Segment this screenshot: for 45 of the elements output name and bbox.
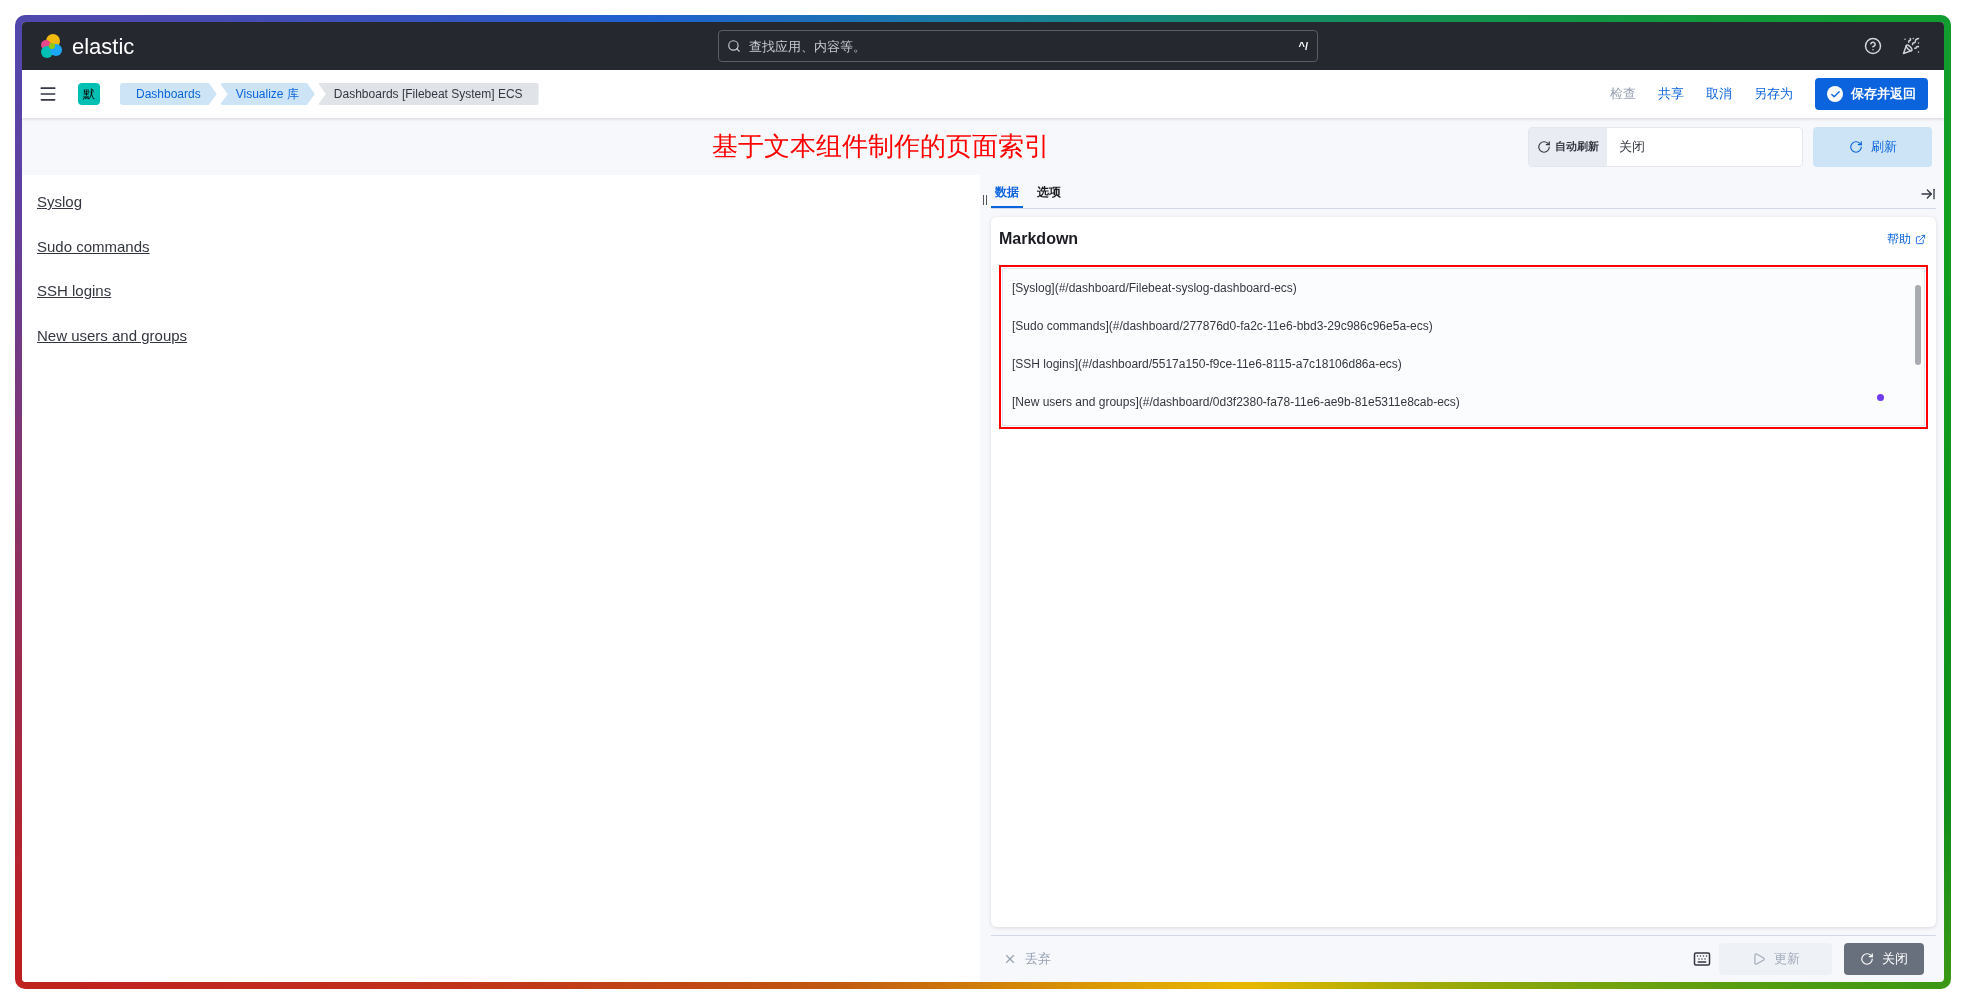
check-icon bbox=[1829, 88, 1841, 100]
external-link-icon bbox=[1915, 233, 1926, 245]
space-avatar[interactable]: 默 bbox=[78, 83, 100, 105]
close-button[interactable]: 关闭 bbox=[1844, 943, 1924, 975]
save-and-return-button[interactable]: 保存并返回 bbox=[1815, 78, 1928, 110]
refresh-icon bbox=[1860, 952, 1874, 966]
play-icon bbox=[1751, 952, 1766, 966]
party-popper-icon[interactable] bbox=[1902, 37, 1920, 55]
markdown-line: [SSH logins](#/dashboard/5517a150-f9ce-11e6-8115-a7c18106d86a-ecs) bbox=[1012, 357, 1402, 372]
help-link[interactable]: 帮助 bbox=[1887, 230, 1926, 248]
logo-text: elastic bbox=[72, 32, 135, 61]
keyboard-icon[interactable] bbox=[1693, 950, 1711, 968]
card-title: Markdown bbox=[999, 229, 1079, 249]
clock-refresh-icon bbox=[1537, 139, 1551, 154]
dashboard-link[interactable]: Sudo commands bbox=[37, 235, 150, 258]
markdown-line: [Syslog](#/dashboard/Filebeat-syslog-dashboard-ecs) bbox=[1012, 281, 1297, 296]
breadcrumb[interactable]: Dashboards bbox=[120, 83, 217, 105]
page-title: 基于文本组件制作的页面索引 bbox=[712, 131, 1050, 163]
dashboard-link[interactable]: Syslog bbox=[37, 191, 83, 214]
action-link[interactable]: 共享 bbox=[1658, 84, 1684, 104]
refresh-button[interactable]: 刷新 bbox=[1813, 126, 1932, 167]
refresh-icon bbox=[1848, 139, 1863, 154]
breadcrumb[interactable]: Visualize 库 bbox=[219, 83, 315, 105]
action-link[interactable]: 取消 bbox=[1706, 84, 1732, 104]
editor-tab[interactable]: 选项 bbox=[1033, 183, 1065, 208]
menu-icon[interactable] bbox=[38, 84, 58, 104]
resize-handle[interactable] bbox=[983, 195, 987, 205]
scrollbar[interactable] bbox=[1915, 285, 1921, 365]
auto-refresh-value: 关闭 bbox=[1618, 137, 1646, 156]
dashboard-link[interactable]: SSH logins bbox=[37, 280, 112, 303]
markdown-line: [Sudo commands](#/dashboard/277876d0-fa2c-11e6-bbd3-29c986c96e5a-ecs) bbox=[1012, 319, 1433, 334]
markdown-line: [New users and groups](#/dashboard/0d3f2380-fa78-11e6-ae9b-81e5311e8cab-ecs) bbox=[1012, 395, 1460, 410]
auto-refresh-control[interactable]: 自动刷新 关闭 bbox=[1528, 126, 1803, 167]
dashboard-link[interactable]: New users and groups bbox=[37, 324, 188, 347]
shortcut-hint: ^/ bbox=[1298, 39, 1308, 54]
action-link[interactable]: 另存为 bbox=[1754, 84, 1793, 104]
editor-tab[interactable]: 数据 bbox=[991, 183, 1023, 208]
breadcrumb: Dashboards [Filebeat System] ECS bbox=[317, 83, 539, 105]
help-icon[interactable] bbox=[1864, 37, 1882, 55]
collapse-icon[interactable] bbox=[1920, 186, 1936, 202]
logo-icon bbox=[38, 33, 64, 59]
auto-refresh-label: 自动刷新 bbox=[1555, 139, 1599, 155]
search-icon bbox=[727, 39, 741, 53]
close-icon bbox=[1003, 952, 1017, 966]
markdown-editor[interactable] bbox=[1002, 268, 1925, 426]
